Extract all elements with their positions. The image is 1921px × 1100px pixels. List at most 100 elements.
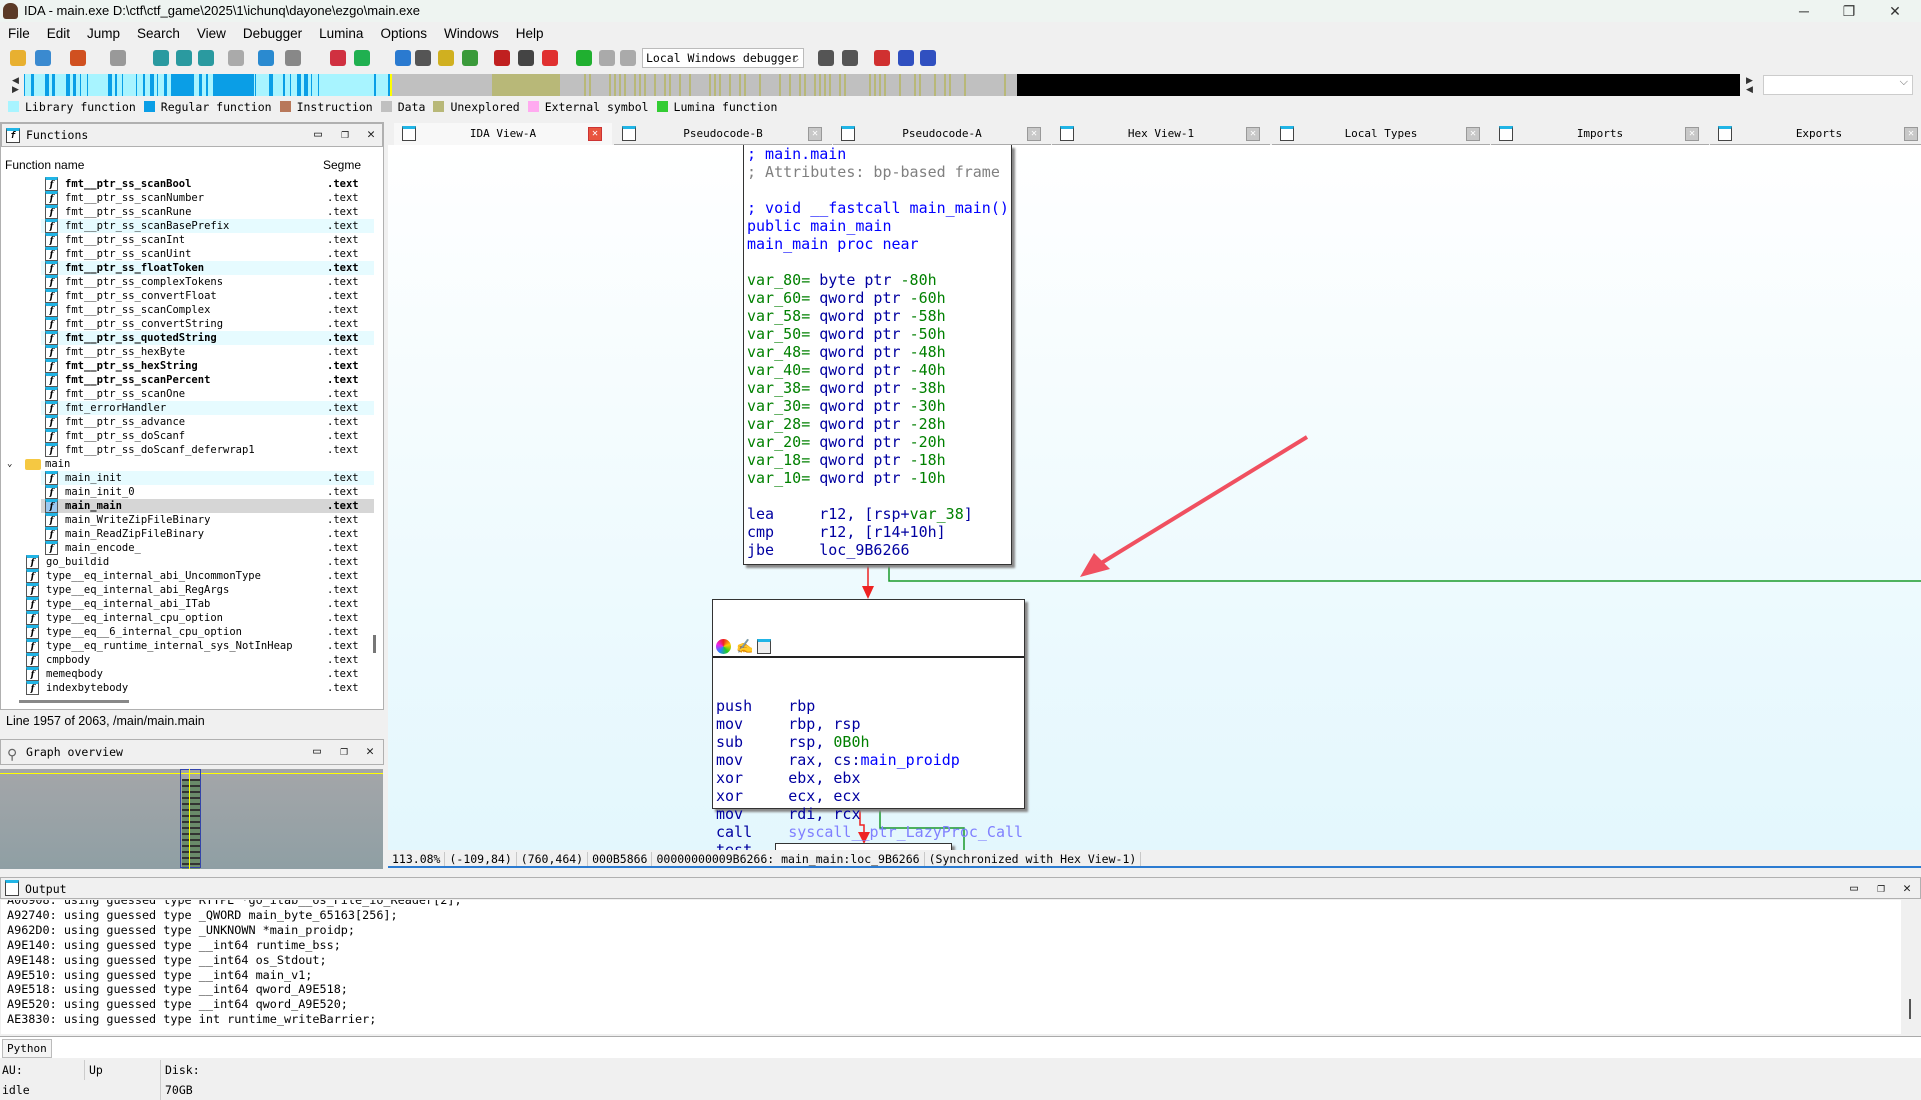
code-line[interactable]: mov rax, cs:main_proidp [716, 751, 1024, 769]
toolbar-button-icon[interactable] [542, 50, 558, 66]
maximize-panel-button[interactable]: ▭ [307, 740, 327, 764]
code-line[interactable]: var_58= qword ptr -58h [747, 307, 1011, 325]
function-row[interactable]: f type__eq_internal_abi_RegArgs .text [1, 583, 374, 597]
function-row[interactable]: f fmt__ptr_ss_advance .text [1, 415, 374, 429]
close-panel-button[interactable]: ✕ [1897, 878, 1917, 900]
menu-file[interactable]: File [8, 26, 30, 41]
function-row[interactable]: f type__eq_internal_cpu_option .text [1, 611, 374, 625]
toolbar-button-icon[interactable] [258, 50, 274, 66]
close-button[interactable]: ✕ [1875, 0, 1915, 22]
rename-icon[interactable]: ✍ [736, 637, 753, 655]
function-row[interactable]: ⌄ main [1, 457, 374, 471]
maximize-panel-button[interactable]: ▭ [308, 124, 328, 146]
function-row[interactable]: f type__eq__6_internal_cpu_option .text [1, 625, 374, 639]
function-row[interactable]: f fmt__ptr_ss_hexString .text [1, 359, 374, 373]
minimize-button[interactable]: ─ [1784, 0, 1824, 22]
close-tab-icon[interactable]: ✕ [1027, 127, 1041, 141]
code-line[interactable] [747, 181, 1011, 199]
function-row[interactable]: f main_init_0 .text [1, 485, 374, 499]
code-line[interactable]: var_60= qword ptr -60h [747, 289, 1011, 307]
toolbar-button-icon[interactable] [518, 50, 534, 66]
debugger-select[interactable]: Local Windows debugger ⌵ [642, 48, 804, 68]
toolbar-button-icon[interactable] [70, 50, 86, 66]
toolbar-button-icon[interactable] [285, 50, 301, 66]
close-panel-button[interactable]: ✕ [361, 124, 381, 146]
column-header-function-name[interactable]: Function name [5, 158, 84, 172]
function-row[interactable]: f cmpbody .text [1, 653, 374, 667]
menu-view[interactable]: View [197, 26, 226, 41]
toolbar-button-icon[interactable] [874, 50, 890, 66]
code-line[interactable]: var_48= qword ptr -48h [747, 343, 1011, 361]
function-row[interactable]: f fmt__ptr_ss_scanBasePrefix .text [41, 219, 374, 233]
toolbar-button-icon[interactable] [330, 50, 346, 66]
toolbar-button-icon[interactable] [354, 50, 370, 66]
code-line[interactable]: var_50= qword ptr -50h [747, 325, 1011, 343]
function-row[interactable]: f main_encode_ .text [1, 541, 374, 555]
code-line[interactable]: var_40= qword ptr -40h [747, 361, 1011, 379]
function-row[interactable]: f fmt__ptr_ss_floatToken .text [41, 261, 374, 275]
toolbar-button-icon[interactable] [198, 50, 214, 66]
toolbar-button-icon[interactable] [818, 50, 834, 66]
color-wheel-icon[interactable] [716, 639, 731, 654]
graph-node-block-3[interactable] [775, 843, 952, 850]
toolbar-button-icon[interactable] [35, 50, 51, 66]
tab-exports[interactable]: Exports ✕ [1710, 123, 1921, 145]
menu-help[interactable]: Help [516, 26, 544, 41]
function-row[interactable]: f fmt__ptr_ss_scanUint .text [1, 247, 374, 261]
code-line[interactable]: main_main proc near [747, 235, 1011, 253]
code-line[interactable]: var_18= qword ptr -18h [747, 451, 1011, 469]
toolbar-button-icon[interactable] [920, 50, 936, 66]
restore-button[interactable]: ❐ [1829, 0, 1869, 22]
code-line[interactable]: jbe loc_9B6266 [747, 541, 1011, 559]
toolbar-button-icon[interactable] [415, 50, 431, 66]
chevron-down-icon[interactable]: ⌄ [7, 457, 12, 471]
toolbar-button-icon[interactable] [153, 50, 169, 66]
close-tab-icon[interactable]: ✕ [1246, 127, 1260, 141]
function-row[interactable]: f type__eq_internal_abi_ITab .text [1, 597, 374, 611]
toolbar-button-icon[interactable] [494, 50, 510, 66]
menu-options[interactable]: Options [380, 26, 427, 41]
nav-right-arrow-icon[interactable]: ▶ ◀ [1746, 76, 1753, 94]
code-line[interactable]: xor ecx, ecx [716, 787, 1024, 805]
code-line[interactable]: cmp r12, [r14+10h] [747, 523, 1011, 541]
function-row[interactable]: f main_WriteZipFileBinary .text [1, 513, 374, 527]
toolbar-button-icon[interactable] [10, 50, 26, 66]
function-row[interactable]: f fmt__ptr_ss_doScanf .text [1, 429, 374, 443]
function-row[interactable]: f memeqbody .text [1, 667, 374, 681]
float-panel-button[interactable]: ❐ [1871, 878, 1891, 900]
horizontal-scrollbar[interactable] [19, 700, 129, 703]
code-line[interactable]: push rbp [716, 697, 1024, 715]
toolbar-button-icon[interactable] [395, 50, 411, 66]
graph-overview-canvas[interactable] [0, 769, 383, 869]
function-row[interactable]: f fmt__ptr_ss_scanOne .text [1, 387, 374, 401]
command-input[interactable] [44, 1037, 1914, 1057]
code-line[interactable] [747, 253, 1011, 271]
navigation-band[interactable] [24, 74, 1740, 96]
function-row[interactable]: f type__eq_internal_abi_UncommonType .text [1, 569, 374, 583]
toolbar-button-icon[interactable] [176, 50, 192, 66]
toolbar-button-icon[interactable] [438, 50, 454, 66]
function-row[interactable]: f fmt__ptr_ss_scanNumber .text [1, 191, 374, 205]
code-line[interactable]: ; main.main [747, 145, 1011, 163]
tab-ida-view-a[interactable]: IDA View-A ✕ [394, 123, 612, 145]
close-panel-button[interactable]: ✕ [360, 740, 380, 764]
function-row[interactable]: f fmt__ptr_ss_doScanf_deferwrap1 .text [1, 443, 374, 457]
function-row[interactable]: f fmt__ptr_ss_quotedString .text [41, 331, 374, 345]
close-tab-icon[interactable]: ✕ [1904, 127, 1918, 141]
code-line[interactable]: var_10= qword ptr -10h [747, 469, 1011, 487]
code-line[interactable]: ; void __fastcall main_main() [747, 199, 1011, 217]
ida-graph-view[interactable]: ; main.main; Attributes: bp-based frame;… [388, 145, 1921, 850]
nav-left-arrow-icon[interactable]: ◀ ▶ [12, 76, 19, 94]
code-line[interactable]: mov rdi, rcx [716, 805, 1024, 823]
function-row[interactable]: f fmt__ptr_ss_hexByte .text [1, 345, 374, 359]
output-scrollbar[interactable] [1909, 999, 1911, 1019]
code-line[interactable]: ; Attributes: bp-based frame [747, 163, 1011, 181]
close-tab-icon[interactable]: ✕ [588, 127, 602, 141]
close-tab-icon[interactable]: ✕ [808, 127, 822, 141]
code-line[interactable]: sub rsp, 0B0h [716, 733, 1024, 751]
tab-local-types[interactable]: Local Types ✕ [1272, 123, 1490, 145]
code-line[interactable]: xor ebx, ebx [716, 769, 1024, 787]
code-line[interactable] [747, 487, 1011, 505]
menu-jump[interactable]: Jump [87, 26, 120, 41]
toolbar-button-icon[interactable] [228, 50, 244, 66]
